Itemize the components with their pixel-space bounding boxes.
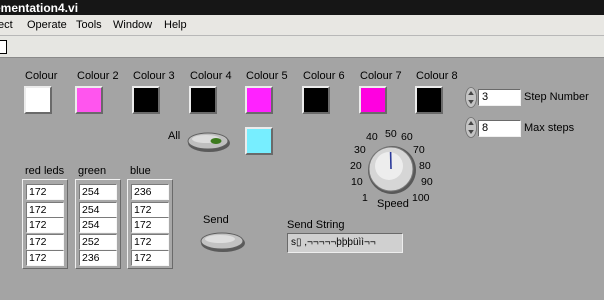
toolbar [0,36,604,58]
send-string-label: Send String [287,219,345,231]
menu-tools[interactable]: Tools [76,19,102,31]
blue-label: blue [130,165,151,177]
speed-tick-20: 20 [350,160,362,172]
green-cell[interactable]: 254 [79,217,117,233]
colour-swatch-5[interactable] [245,86,273,114]
green-cell[interactable]: 252 [79,234,117,250]
colour-swatch-8[interactable] [415,86,443,114]
red-leds-cell[interactable]: 172 [26,217,64,233]
window-title: ementation4.vi [0,1,79,15]
menu-help[interactable]: Help [164,19,187,31]
menu-project[interactable]: ect [0,19,13,31]
colour-label-8: Colour 8 [416,70,458,82]
speed-tick-100: 100 [412,192,430,204]
blue-cell[interactable]: 236 [131,184,169,200]
colour-swatch-4[interactable] [189,86,217,114]
colour-label-3: Colour 3 [133,70,175,82]
blue-cell[interactable]: 172 [131,234,169,250]
blue-cell[interactable]: 172 [131,250,169,266]
green-cell[interactable]: 254 [79,202,117,218]
red-leds-cell[interactable]: 172 [26,234,64,250]
speed-tick-10: 10 [351,176,363,188]
all-led-indicator [210,138,222,144]
speed-tick-1: 1 [362,192,368,204]
speed-tick-60: 60 [401,131,413,143]
speed-tick-90: 90 [421,176,433,188]
colour-swatch-1[interactable] [24,86,52,114]
colour-swatch-2[interactable] [75,86,103,114]
toolbar-button[interactable] [0,40,7,54]
send-button[interactable] [199,230,247,254]
menu-bar: ect Operate Tools Window Help [0,15,604,36]
step-number-label: Step Number [524,91,589,103]
colour-swatch-3[interactable] [132,86,160,114]
colour-label-1: Colour [25,70,58,82]
speed-tick-50: 50 [385,128,397,140]
step-number-field[interactable]: 3 [478,89,521,106]
red-leds-cell[interactable]: 172 [26,202,64,218]
red-leds-label: red leds [25,165,65,177]
blue-cell[interactable]: 172 [131,202,169,218]
speed-tick-40: 40 [366,131,378,143]
all-label: All [168,130,181,142]
speed-tick-30: 30 [354,144,366,156]
window-title-bar: ementation4.vi [0,0,604,15]
step-number-spinner[interactable] [465,87,477,108]
all-button[interactable] [186,130,232,154]
colour-label-5: Colour 5 [246,70,288,82]
menu-window[interactable]: Window [113,19,152,31]
green-cell[interactable]: 236 [79,250,117,266]
speed-tick-70: 70 [413,144,425,156]
all-colour-swatch[interactable] [245,127,273,155]
send-string-field[interactable]: s▯ ,¬¬¬¬¬þþþüìì¬¬ [287,233,403,253]
colour-label-4: Colour 4 [190,70,232,82]
green-label: green [78,165,107,177]
colour-label-7: Colour 7 [360,70,402,82]
colour-label-2: Colour 2 [77,70,119,82]
max-steps-field[interactable]: 8 [478,120,521,137]
speed-label: Speed [377,198,409,210]
speed-tick-80: 80 [419,160,431,172]
green-cell[interactable]: 254 [79,184,117,200]
blue-cell[interactable]: 172 [131,217,169,233]
menu-operate[interactable]: Operate [27,19,67,31]
colour-label-6: Colour 6 [303,70,345,82]
red-leds-cell[interactable]: 172 [26,184,64,200]
colour-swatch-7[interactable] [359,86,387,114]
max-steps-label: Max steps [524,122,575,134]
send-label: Send [203,214,229,226]
colour-swatch-6[interactable] [302,86,330,114]
max-steps-spinner[interactable] [465,117,477,138]
red-leds-cell[interactable]: 172 [26,250,64,266]
